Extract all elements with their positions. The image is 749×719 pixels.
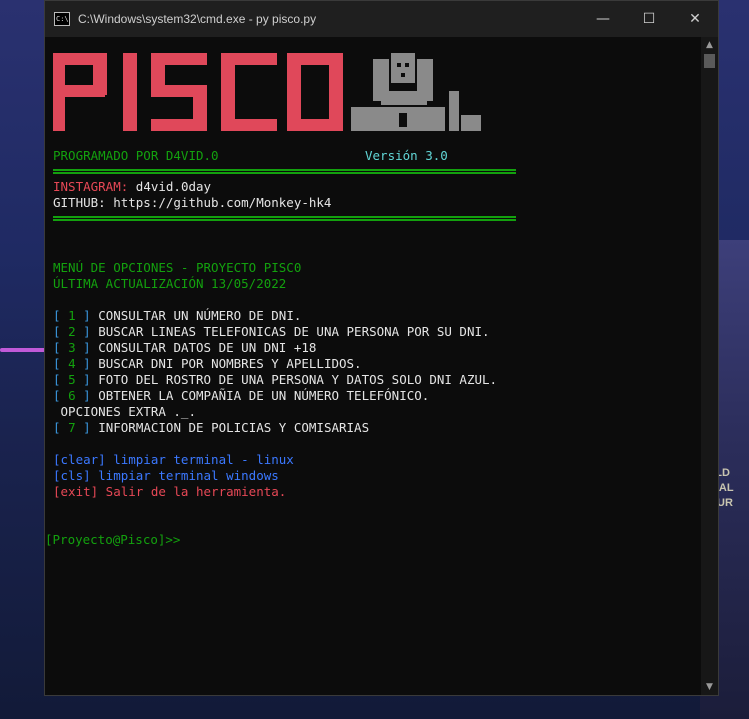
vertical-scrollbar[interactable]: ▲ ▼	[701, 37, 718, 695]
menu-option-7: [ 7 ] INFORMACION DE POLICIAS Y COMISARI…	[53, 420, 370, 435]
menu-option-label: CONSULTAR UN NÚMERO DE DNI.	[98, 308, 302, 323]
menu-option-label: FOTO DEL ROSTRO DE UNA PERSONA Y DATOS S…	[98, 372, 498, 387]
instagram-label: INSTAGRAM:	[53, 179, 136, 194]
instagram-line: INSTAGRAM: d4vid.0day	[53, 179, 211, 195]
menu-option-2: [ 2 ] BUSCAR LINEAS TELEFONICAS DE UNA P…	[53, 324, 490, 339]
pisco-logo	[53, 53, 481, 131]
cmd-window: C:\ C:\Windows\system32\cmd.exe - py pis…	[44, 0, 719, 696]
instagram-value: d4vid.0day	[135, 179, 212, 194]
menu-option-label: CONSULTAR DATOS DE UN DNI +18	[98, 340, 317, 355]
separator-top	[53, 169, 516, 174]
maximize-button[interactable]: ☐	[626, 1, 672, 37]
author-line: PROGRAMADO POR D4VID.0	[53, 148, 219, 164]
menu-option-3: [ 3 ] CONSULTAR DATOS DE UN DNI +18	[53, 340, 317, 355]
separator-bottom	[53, 216, 516, 221]
menu-option-label: OBTENER LA COMPAÑIA DE UN NÚMERO TELEFÓN…	[98, 388, 430, 403]
minimize-button[interactable]: —	[580, 1, 626, 37]
close-button[interactable]: ✕	[672, 1, 718, 37]
menu-option-label: BUSCAR LINEAS TELEFONICAS DE UNA PERSONA…	[98, 324, 490, 339]
menu-option-5: [ 5 ] FOTO DEL ROSTRO DE UNA PERSONA Y D…	[53, 372, 498, 387]
menu-updated: ÚLTIMA ACTUALIZACIÓN 13/05/2022	[53, 276, 287, 291]
exit-hint: [exit] Salir de la herramienta.	[53, 484, 287, 499]
window-title: C:\Windows\system32\cmd.exe - py pisco.p…	[78, 12, 317, 26]
extra-options-title: OPCIONES EXTRA ._.	[53, 404, 196, 419]
github-line: GITHUB: https://github.com/Monkey-hk4	[53, 195, 332, 210]
menu-option-label: BUSCAR DNI POR NOMBRES Y APELLIDOS.	[98, 356, 362, 371]
menu-option-label: INFORMACION DE POLICIAS Y COMISARIAS	[98, 420, 370, 435]
menu-option-4: [ 4 ] BUSCAR DNI POR NOMBRES Y APELLIDOS…	[53, 356, 362, 371]
author-text: PROGRAMADO POR D4VID.0	[53, 148, 219, 163]
console-output[interactable]: PROGRAMADO POR D4VID.0 Versión 3.0 INSTA…	[45, 37, 701, 695]
version-text: Versión 3.0	[365, 148, 448, 163]
scroll-down-arrow-icon[interactable]: ▼	[701, 679, 718, 695]
clear-windows-hint: [cls] limpiar terminal windows	[53, 468, 279, 483]
window-controls: — ☐ ✕	[580, 1, 718, 37]
title-bar[interactable]: C:\ C:\Windows\system32\cmd.exe - py pis…	[45, 1, 718, 37]
clear-linux-hint: [clear] limpiar terminal - linux	[53, 452, 294, 467]
command-prompt[interactable]: [Proyecto@Pisco]>>	[45, 532, 180, 548]
scrollbar-thumb[interactable]	[704, 54, 715, 68]
menu-title: MENÚ DE OPCIONES - PROYECTO PISC0	[53, 260, 302, 275]
desktop-wallpaper-stripe	[0, 348, 46, 352]
scroll-up-arrow-icon[interactable]: ▲	[701, 37, 718, 53]
cmd-app-icon[interactable]: C:\	[54, 12, 70, 26]
menu-option-6: [ 6 ] OBTENER LA COMPAÑIA DE UN NÚMERO T…	[53, 388, 430, 403]
menu-option-1: [ 1 ] CONSULTAR UN NÚMERO DE DNI.	[53, 308, 302, 323]
